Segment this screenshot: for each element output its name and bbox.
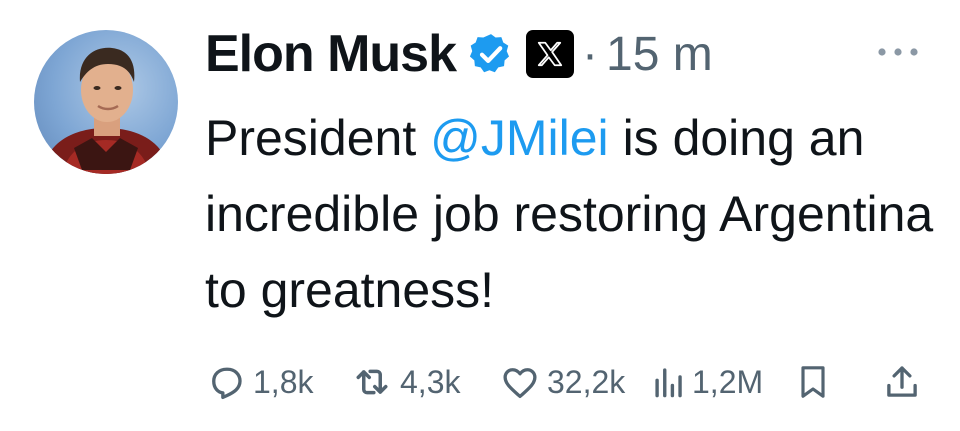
share-icon (887, 366, 917, 397)
like-icon (503, 368, 537, 399)
repost-button[interactable]: 4,3k (350, 355, 460, 409)
header-separator: · (582, 27, 599, 81)
repost-count: 4,3k (400, 363, 461, 400)
reply-count: 1,8k (253, 363, 314, 400)
timestamp[interactable]: 15 m (606, 27, 713, 82)
like-count: 32,2k (547, 363, 626, 400)
share-button[interactable] (881, 355, 929, 409)
reply-button[interactable]: 1,8k (205, 355, 313, 409)
bookmark-icon (801, 366, 825, 398)
views-count: 1,2M (692, 363, 764, 400)
tweet-actions: 1,8k 4,3k 32,2k 1,2M (205, 355, 925, 409)
reply-icon (212, 367, 242, 400)
views-icon (655, 368, 682, 398)
x-logo-icon (526, 30, 575, 78)
verified-badge-icon (469, 34, 510, 73)
tweet-card[interactable]: Elon Musk · 15 m President @JMilei is do… (0, 0, 960, 431)
tweet-text-start: President (205, 110, 431, 166)
avatar[interactable] (34, 30, 178, 174)
tweet-text: President @JMilei is doing an incredible… (205, 100, 935, 328)
author-name[interactable]: Elon Musk (205, 24, 457, 84)
repost-icon (356, 369, 388, 395)
mention-link[interactable]: @JMilei (430, 110, 609, 166)
avatar-portrait (42, 47, 170, 174)
tweet-header: Elon Musk · 15 m (205, 22, 713, 86)
more-options-icon[interactable] (874, 42, 922, 62)
like-button[interactable]: 32,2k (499, 355, 625, 409)
bookmark-button[interactable] (793, 355, 839, 409)
views-button[interactable]: 1,2M (652, 355, 763, 409)
